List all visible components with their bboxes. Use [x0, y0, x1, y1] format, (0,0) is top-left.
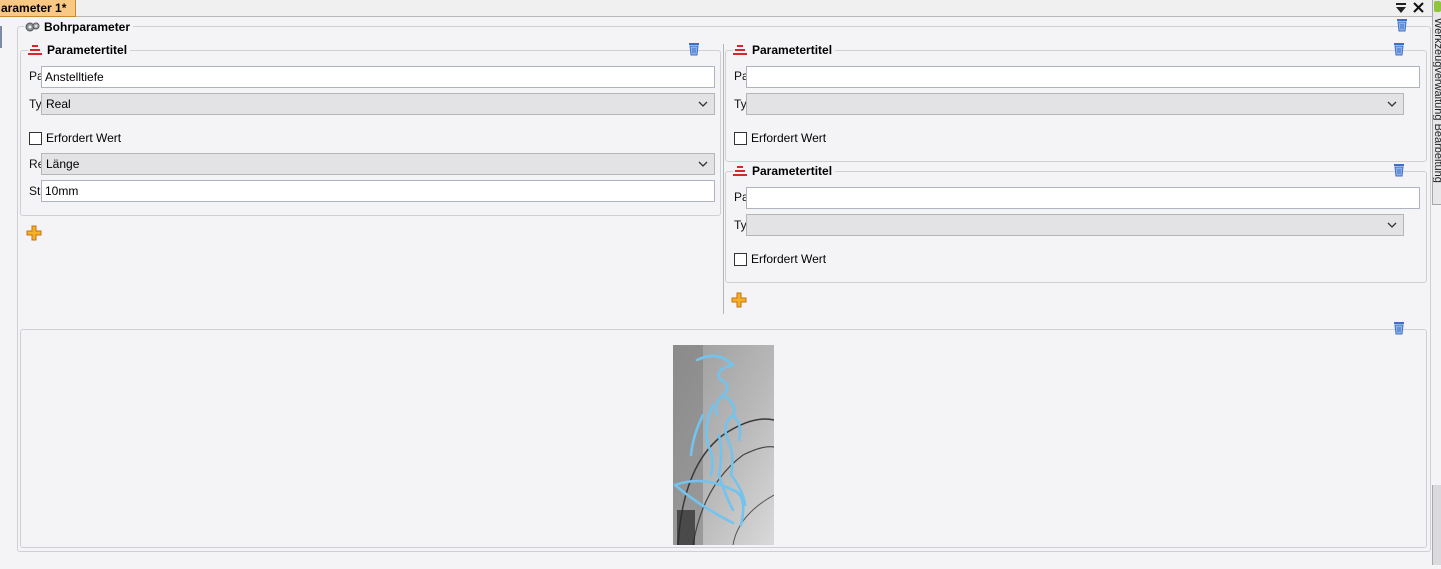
- parameter-title: Parametertitel: [752, 43, 833, 57]
- parameter-group-right-2-header: Parametertitel: [733, 164, 836, 178]
- parameter-type-value: Real: [46, 97, 71, 111]
- trash-icon[interactable]: [1396, 18, 1408, 32]
- parameter-name-label: Pa: [734, 190, 746, 204]
- plus-icon[interactable]: [26, 225, 42, 241]
- parameter-type-select[interactable]: Real: [41, 93, 715, 115]
- parameter-icon: [733, 166, 747, 176]
- photo-image: [673, 345, 774, 545]
- checkbox-box[interactable]: [734, 131, 747, 145]
- required-value-label: Erfordert Wert: [751, 131, 827, 145]
- required-value-label: Erfordert Wert: [751, 252, 827, 266]
- parameter-type-select[interactable]: [746, 93, 1404, 115]
- parameter-ref-value: Länge: [46, 157, 80, 171]
- bohrparameter-title: Bohrparameter: [44, 20, 131, 34]
- bohrparameter-group-header: Bohrparameter: [24, 19, 134, 35]
- document-tab-label: arameter 1*: [1, 1, 67, 15]
- left-gutter: [0, 26, 2, 48]
- chevron-down-icon: [698, 101, 708, 107]
- chevron-down-icon: [1387, 222, 1397, 228]
- parameter-ref-select[interactable]: Länge: [41, 153, 715, 175]
- parameter-name-label: Pa: [734, 69, 746, 83]
- side-panel-tab-label: Werkzeugverwaltung Bearbeitung: [1432, 18, 1441, 183]
- parameter-title: Parametertitel: [47, 43, 128, 57]
- parameter-name-label: Pa: [29, 69, 41, 83]
- parameter-name-input[interactable]: [746, 66, 1420, 88]
- parameter-title: Parametertitel: [752, 164, 833, 178]
- close-icon[interactable]: [1412, 1, 1425, 14]
- document-tab[interactable]: arameter 1*: [0, 0, 76, 17]
- gear-icon: [25, 22, 40, 32]
- tool-icon: [1434, 1, 1441, 12]
- title-bar: arameter 1*: [0, 0, 1441, 17]
- parameter-icon: [28, 45, 42, 55]
- checkbox-box[interactable]: [29, 131, 42, 145]
- parameter-name-input[interactable]: [746, 187, 1420, 209]
- column-divider: [723, 44, 724, 314]
- trash-icon[interactable]: [1393, 42, 1405, 56]
- chevron-down-icon: [698, 161, 708, 167]
- menu-down-icon[interactable]: [1395, 2, 1407, 14]
- parameter-group-left-header: Parametertitel: [28, 43, 131, 57]
- required-value-checkbox[interactable]: Erfordert Wert: [29, 131, 121, 145]
- parameter-ref-label: Re: [29, 157, 41, 171]
- parameter-group-right-1-header: Parametertitel: [733, 43, 836, 57]
- chevron-down-icon: [1387, 101, 1397, 107]
- trash-icon[interactable]: [1393, 321, 1405, 335]
- parameter-name-input[interactable]: Anstelltiefe: [41, 66, 715, 88]
- required-value-label: Erfordert Wert: [46, 131, 122, 145]
- plus-icon[interactable]: [731, 292, 747, 308]
- parameter-std-input[interactable]: 10mm: [41, 180, 715, 202]
- side-panel-tab[interactable]: Werkzeugverwaltung Bearbeitung: [1432, 0, 1441, 205]
- trash-icon[interactable]: [688, 42, 700, 56]
- trash-icon[interactable]: [1393, 163, 1405, 177]
- parameter-icon: [733, 45, 747, 55]
- parameter-type-select[interactable]: [746, 214, 1404, 236]
- checkbox-box[interactable]: [734, 252, 747, 266]
- scrollbar-thumb[interactable]: [1432, 485, 1441, 565]
- required-value-checkbox[interactable]: Erfordert Wert: [734, 131, 826, 145]
- required-value-checkbox[interactable]: Erfordert Wert: [734, 252, 826, 266]
